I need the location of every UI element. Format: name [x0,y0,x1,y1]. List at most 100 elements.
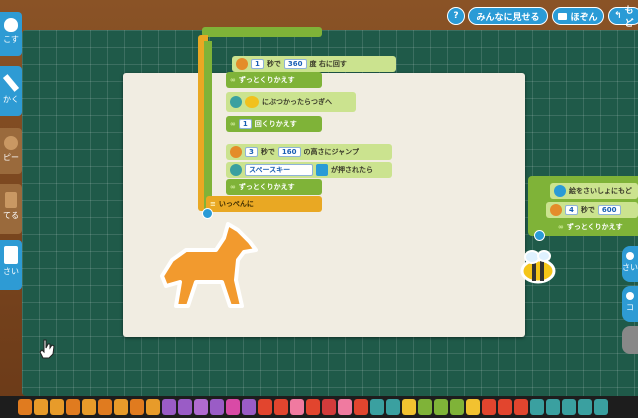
left-tool-apple[interactable]: こす [0,12,22,56]
palette-block-icon[interactable] [434,399,448,415]
right-tool-label: コ [626,303,634,312]
rotate-block[interactable]: 1 秒で 360 度 右に回す [232,56,396,72]
palette-block-icon[interactable] [466,399,480,415]
jump-icon [230,146,242,158]
palette-block-icon[interactable] [530,399,544,415]
palette-block-icon[interactable] [386,399,400,415]
palette-block-icon[interactable] [354,399,368,415]
together-icon: ≡ [210,200,216,208]
jump-height-label: の高さにジャンプ [303,148,359,156]
keypress-block[interactable]: スペースキー が押されたら [226,162,392,178]
palette-block-icon[interactable] [258,399,272,415]
forever-block-1[interactable]: ∞ ずっとくりかえす [226,72,322,88]
forever-label: ずっとくりかえす [238,183,295,191]
left-tool-copy[interactable]: ピー [0,128,22,174]
repeat-count-value[interactable]: 1 [238,119,252,129]
block-stack-edge [202,27,322,37]
palette-block-icon[interactable] [210,399,224,415]
palette-block-icon[interactable] [338,399,352,415]
save-button[interactable]: ほぞん [552,7,604,25]
repeat-block[interactable]: ∞ 1 回くりかえす [226,116,322,132]
share-button[interactable]: みんなに見せる [468,7,548,25]
palette-block-icon[interactable] [82,399,96,415]
left-tool-label: かく [3,95,19,104]
palette-block-icon[interactable] [114,399,128,415]
palette-block-icon[interactable] [50,399,64,415]
forever-label: ずっとくりかえす [566,223,623,231]
palette-block-icon[interactable] [514,399,528,415]
rotate-icon [236,58,248,70]
reset-costume-block[interactable]: 絵をさいしょにもど [550,183,638,199]
palette-block-icon[interactable] [450,399,464,415]
palette-block-icon[interactable] [178,399,192,415]
palette-block-icon[interactable] [66,399,80,415]
jump-seconds-label: 秒で [260,148,275,156]
jump-seconds-value[interactable]: 3 [245,147,258,157]
bee-sprite[interactable] [516,247,560,287]
costume-icon [554,185,566,197]
palette-block-icon[interactable] [34,399,48,415]
palette-block-icon[interactable] [274,399,288,415]
key-select[interactable]: スペースキー [245,164,313,176]
apple-icon [4,18,18,32]
loop-icon: ∞ [230,76,236,84]
jump-height-value[interactable]: 160 [277,147,301,157]
help-icon: ? [453,11,459,21]
palette-block-icon[interactable] [146,399,160,415]
bump-label: にぶつかったらつぎへ [262,98,332,106]
palette-block-icon[interactable] [98,399,112,415]
flower-icon [230,96,242,108]
left-tool-pencil[interactable]: かく [0,66,22,116]
together-label: いっぺんに [218,200,254,208]
back-icon: ↰ [614,11,622,21]
help-button[interactable]: ? [447,7,465,25]
jump-block[interactable]: 3 秒で 160 の高さにジャンプ [226,144,392,160]
palette-block-icon[interactable] [370,399,384,415]
move-distance-value[interactable]: 600 [597,205,621,215]
bee-icon [245,96,259,108]
palette-block-icon[interactable] [418,399,432,415]
move-block[interactable]: 4 秒で 600 [546,202,638,218]
back-button[interactable]: ↰ もど [608,6,638,29]
palette-block-icon[interactable] [562,399,576,415]
trash-icon [5,192,17,208]
palette-block-icon[interactable] [162,399,176,415]
collapse-button[interactable] [534,230,545,241]
palette-block-icon[interactable] [546,399,560,415]
forever-block-3[interactable]: ∞ ずっとくりかえす [554,219,638,235]
palette-block-icon[interactable] [498,399,512,415]
palette-block-icon[interactable] [194,399,208,415]
right-tool-3[interactable] [622,326,638,354]
palette-block-icon[interactable] [18,399,32,415]
palette-block-icon[interactable] [594,399,608,415]
search-icon[interactable] [316,164,328,176]
right-tool-1[interactable]: さい [622,246,638,282]
apple-icon [4,136,18,150]
repeat-label: 回くりかえす [254,120,297,128]
loop-icon: ∞ [230,120,236,128]
keypress-label: が押されたら [331,166,373,174]
block-palette-bar[interactable] [0,396,638,418]
dog-sprite[interactable] [158,220,258,312]
bump-block[interactable]: にぶつかったらつぎへ [226,92,356,112]
palette-block-icon[interactable] [482,399,496,415]
palette-block-icon[interactable] [402,399,416,415]
palette-block-icon[interactable] [578,399,592,415]
rotate-seconds-value[interactable]: 1 [251,59,264,69]
move-seconds-value[interactable]: 4 [565,205,578,215]
left-tool-blank[interactable]: さい [0,240,22,290]
palette-block-icon[interactable] [306,399,320,415]
palette-block-icon[interactable] [130,399,144,415]
palette-block-icon[interactable] [322,399,336,415]
palette-block-icon[interactable] [226,399,240,415]
rotate-degrees-value[interactable]: 360 [283,59,307,69]
right-tool-label: さい [622,263,638,272]
together-block[interactable]: ≡ いっぺんに [206,196,322,212]
right-tool-2[interactable]: コ [622,286,638,322]
left-tool-label: こす [3,35,19,44]
forever-block-2[interactable]: ∞ ずっとくりかえす [226,179,322,195]
left-tool-trash[interactable]: てる [0,184,22,234]
palette-block-icon[interactable] [242,399,256,415]
collapse-button[interactable] [202,208,213,219]
palette-block-icon[interactable] [290,399,304,415]
